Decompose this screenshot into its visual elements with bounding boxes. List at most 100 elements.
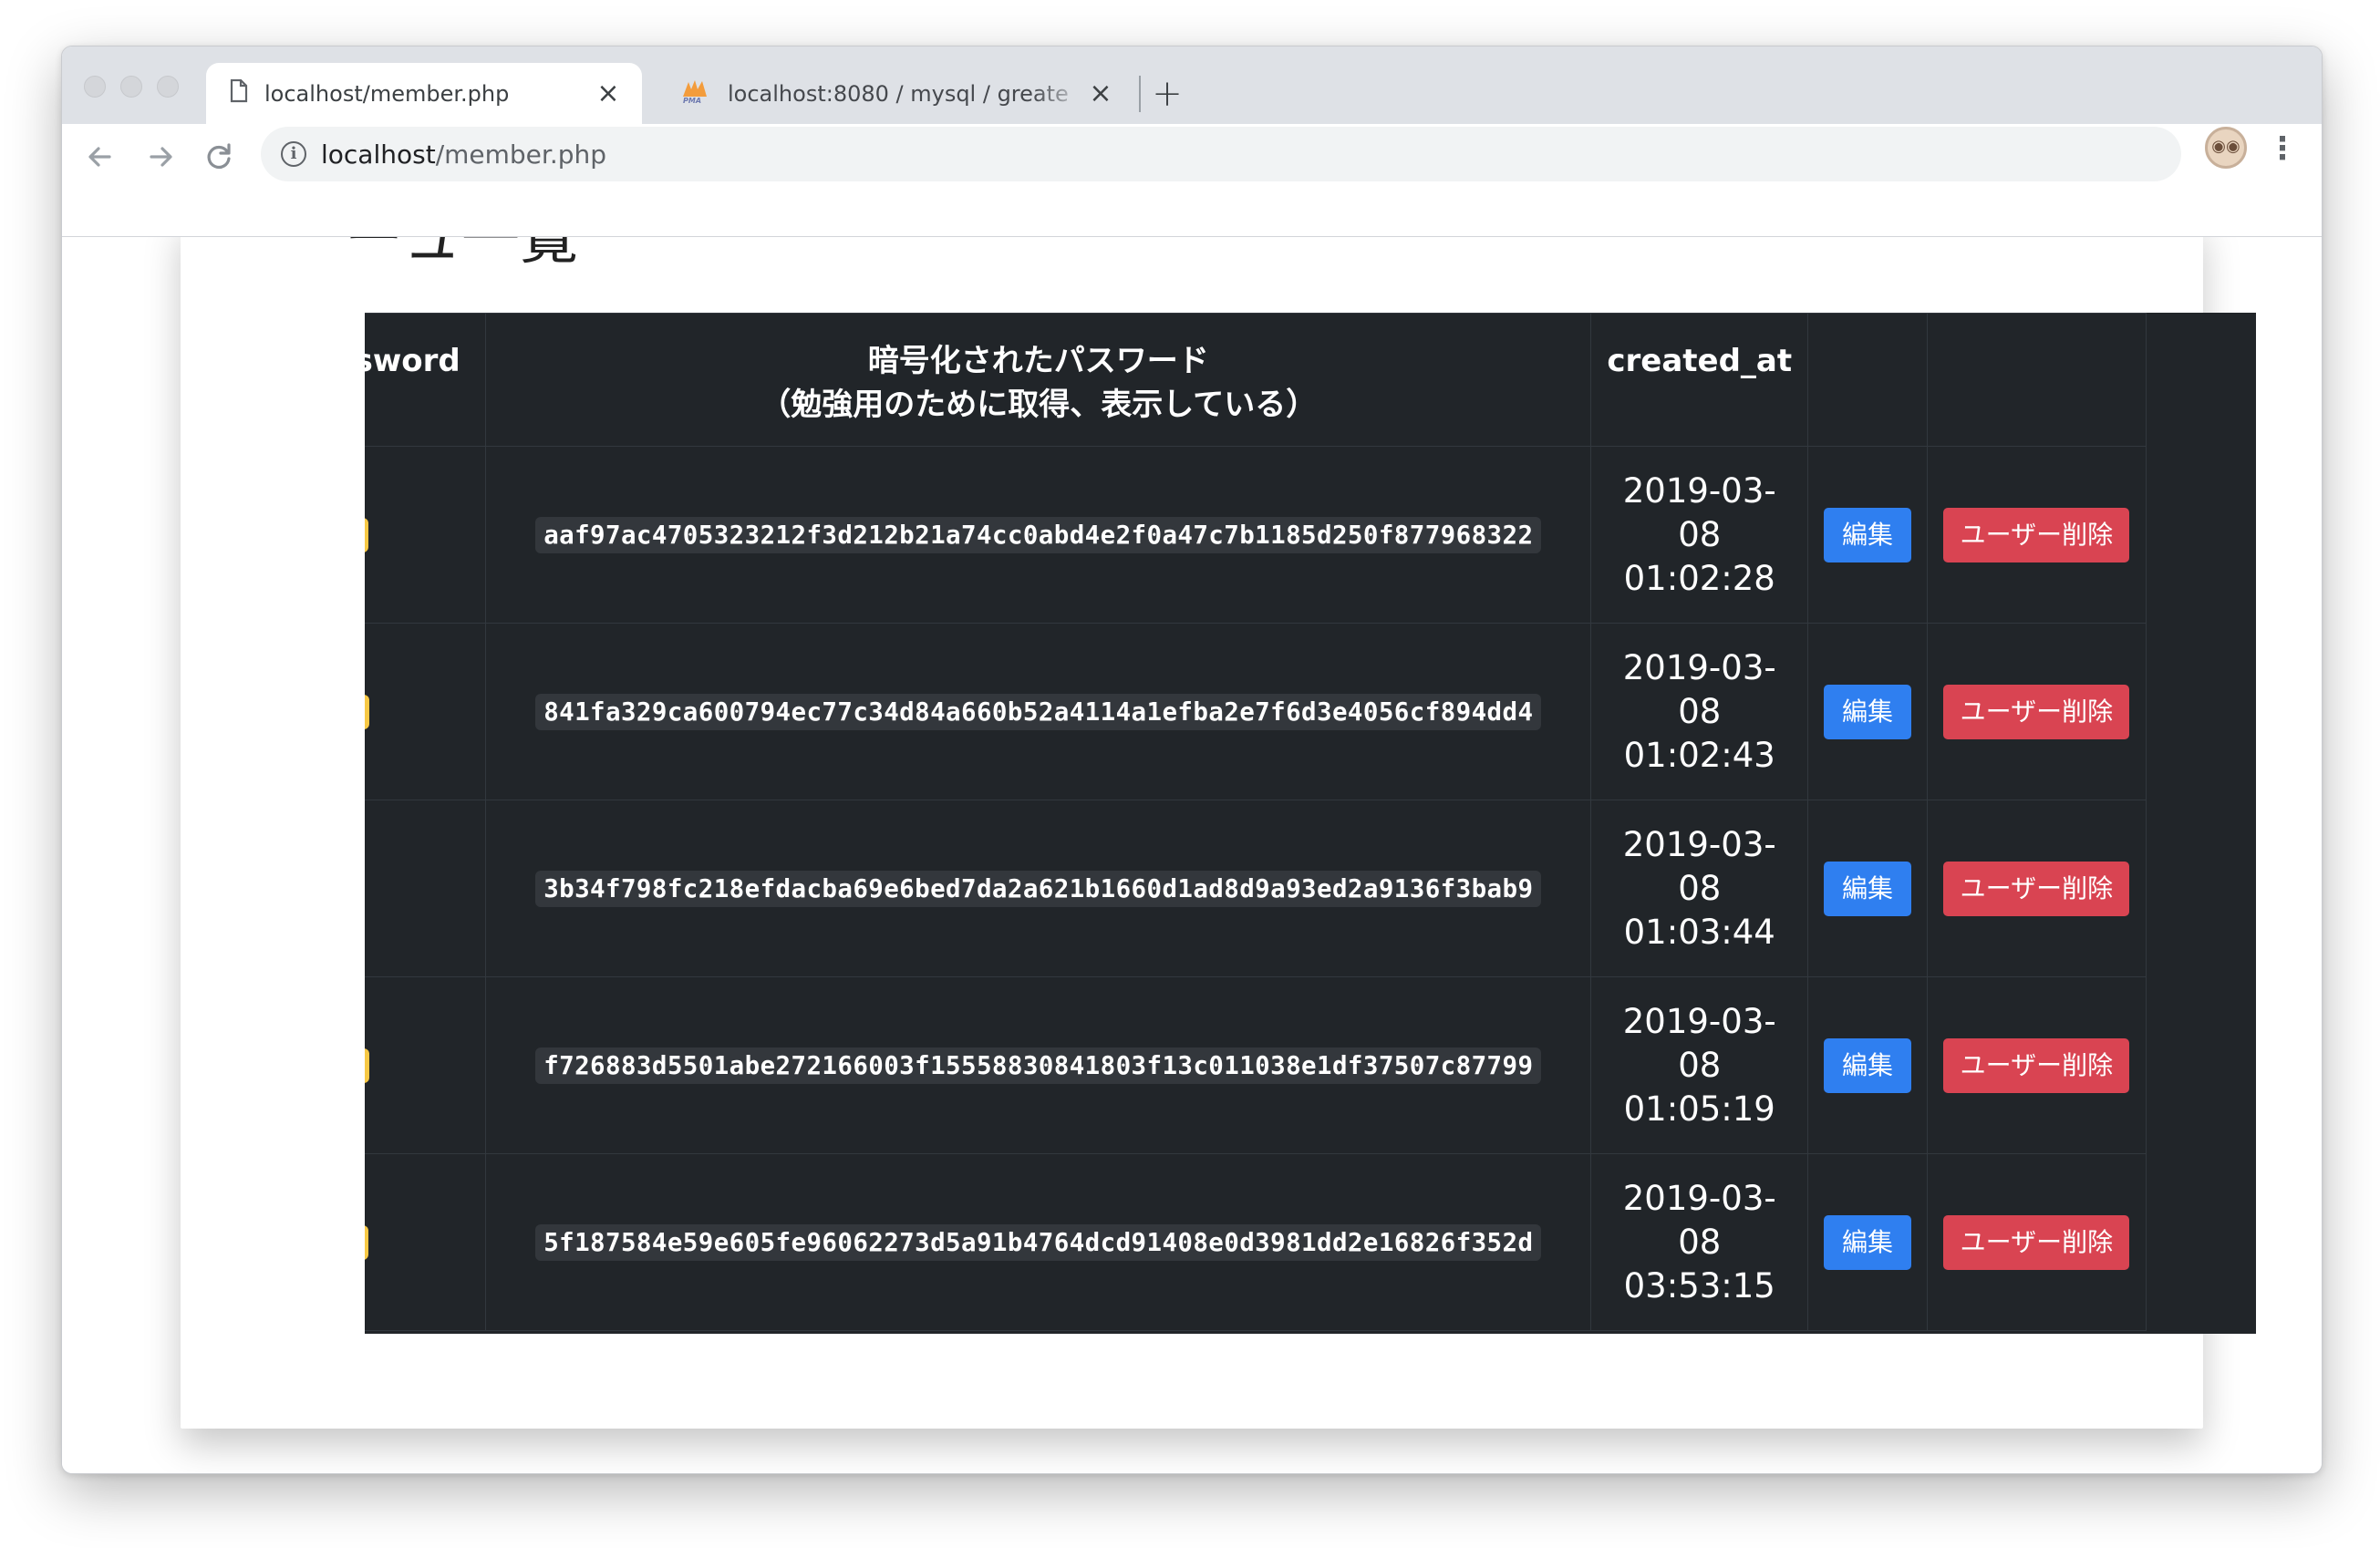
tab-divider bbox=[1139, 76, 1141, 112]
browser-window: localhost/member.php × PMA localhost:808… bbox=[61, 46, 2323, 1474]
edit-button[interactable]: 編集 bbox=[1823, 1214, 1911, 1270]
created-at-cell: 2019-03- 08 01:05:19 bbox=[1590, 976, 1809, 1154]
delete-cell: ユーザー削除 bbox=[1926, 1153, 2147, 1331]
address-bar[interactable]: i localhost/member.php ☆ bbox=[261, 127, 2181, 181]
back-arrow-icon[interactable] bbox=[80, 137, 120, 177]
created-time: 01:02:28 bbox=[1623, 558, 1775, 598]
created-day: 08 bbox=[1678, 868, 1722, 908]
table-row: bbb 841fa329ca600794ec77c34d84a660b52a41… bbox=[365, 623, 2147, 800]
password-cell: eee bbox=[365, 1153, 487, 1331]
created-day: 08 bbox=[1678, 514, 1722, 554]
url-path: /member.php bbox=[435, 139, 607, 170]
close-tab-icon[interactable]: × bbox=[1087, 77, 1114, 109]
tab-member[interactable]: localhost/member.php × bbox=[206, 63, 642, 124]
created-date: 2019-03- bbox=[1622, 1178, 1776, 1218]
created-time: 01:02:43 bbox=[1623, 735, 1775, 775]
created-date: 2019-03- bbox=[1622, 647, 1776, 687]
table-row: eee 5f187584e59e605fe96062273d5a91b4764d… bbox=[365, 1153, 2147, 1331]
hash-cell: aaf97ac4705323212f3d212b21a74cc0abd4e2f0… bbox=[485, 446, 1592, 624]
close-window-dot[interactable] bbox=[84, 76, 106, 98]
reload-icon[interactable] bbox=[199, 137, 239, 177]
password-hash: 5f187584e59e605fe96062273d5a91b4764dcd91… bbox=[535, 1223, 1542, 1261]
created-day: 08 bbox=[1678, 1045, 1722, 1085]
header-password: ssword bbox=[365, 313, 487, 447]
svg-text:PMA: PMA bbox=[683, 97, 701, 104]
zoom-window-dot[interactable] bbox=[157, 76, 179, 98]
edit-cell: 編集 bbox=[1807, 976, 1928, 1154]
edit-cell: 編集 bbox=[1807, 623, 1928, 800]
password-badge: eee bbox=[365, 1224, 368, 1260]
tab-title: localhost:8080 / mysql / greate bbox=[728, 80, 1069, 107]
edit-cell: 編集 bbox=[1807, 1153, 1928, 1331]
password-cell: bbb bbox=[365, 623, 487, 800]
delete-cell: ユーザー削除 bbox=[1926, 623, 2147, 800]
tab-phpmyadmin[interactable]: PMA localhost:8080 / mysql / greate × bbox=[660, 63, 1127, 124]
profile-avatar[interactable]: ◉◉ bbox=[2205, 127, 2247, 169]
phpmyadmin-icon: PMA bbox=[680, 78, 711, 109]
url-host: localhost bbox=[321, 139, 436, 170]
tab-title: localhost/member.php bbox=[264, 80, 510, 107]
hash-cell: 5f187584e59e605fe96062273d5a91b4764dcd91… bbox=[485, 1153, 1592, 1331]
created-day: 08 bbox=[1678, 1222, 1722, 1262]
address-url[interactable]: localhost/member.php bbox=[321, 139, 606, 170]
page-viewport: ーュ一覧 ssword 暗号化されたパスワード （勉強用のために取得、表示してい… bbox=[62, 237, 2322, 1473]
forward-arrow-icon[interactable] bbox=[140, 137, 181, 177]
header-edit bbox=[1807, 313, 1928, 447]
document-icon bbox=[230, 78, 248, 108]
created-time: 01:05:19 bbox=[1623, 1089, 1775, 1129]
edit-button[interactable]: 編集 bbox=[1823, 1037, 1911, 1093]
password-badge: aaa bbox=[365, 517, 368, 552]
edit-button[interactable]: 編集 bbox=[1823, 861, 1911, 916]
created-at-cell: 2019-03- 08 01:02:43 bbox=[1590, 623, 1809, 800]
password-hash: f726883d5501abe272166003f15558830841803f… bbox=[535, 1047, 1542, 1084]
table-row: ccc 3b34f798fc218efdacba69e6bed7da2a621b… bbox=[365, 800, 2147, 977]
created-time: 03:53:15 bbox=[1623, 1265, 1775, 1305]
header-delete bbox=[1926, 313, 2147, 447]
password-badge: bbb bbox=[365, 694, 370, 729]
delete-user-button[interactable]: ユーザー削除 bbox=[1943, 861, 2130, 916]
hash-cell: 841fa329ca600794ec77c34d84a660b52a4114a1… bbox=[485, 623, 1592, 800]
password-badge: ddd bbox=[365, 1047, 370, 1083]
tab-strip: localhost/member.php × PMA localhost:808… bbox=[62, 46, 2322, 124]
table-row: aaa aaf97ac4705323212f3d212b21a74cc0abd4… bbox=[365, 446, 2147, 624]
created-date: 2019-03- bbox=[1622, 824, 1776, 864]
hash-cell: f726883d5501abe272166003f15558830841803f… bbox=[485, 976, 1592, 1154]
created-at: 2019-03- 08 03:53:15 bbox=[1591, 1177, 1807, 1308]
created-date: 2019-03- bbox=[1622, 470, 1776, 511]
delete-cell: ユーザー削除 bbox=[1926, 446, 2147, 624]
close-tab-icon[interactable]: × bbox=[595, 77, 622, 109]
delete-user-button[interactable]: ユーザー削除 bbox=[1943, 1037, 2130, 1093]
page-title: ーュ一覧 bbox=[345, 237, 578, 273]
members-table: ssword 暗号化されたパスワード （勉強用のために取得、表示している） cr… bbox=[365, 313, 2147, 1331]
created-at-cell: 2019-03- 08 03:53:15 bbox=[1590, 1153, 1809, 1331]
members-table-container: ssword 暗号化されたパスワード （勉強用のために取得、表示している） cr… bbox=[365, 313, 2256, 1334]
menu-kebab-icon[interactable]: ⋮ bbox=[2267, 130, 2298, 167]
password-hash: aaf97ac4705323212f3d212b21a74cc0abd4e2f0… bbox=[535, 516, 1542, 553]
delete-user-button[interactable]: ユーザー削除 bbox=[1943, 1214, 2130, 1270]
minimize-window-dot[interactable] bbox=[120, 76, 142, 98]
created-at: 2019-03- 08 01:05:19 bbox=[1591, 1000, 1807, 1131]
password-hash: 841fa329ca600794ec77c34d84a660b52a4114a1… bbox=[535, 693, 1542, 730]
created-at: 2019-03- 08 01:02:43 bbox=[1591, 646, 1807, 778]
password-cell: aaa bbox=[365, 446, 487, 624]
header-hash-line1: 暗号化されたパスワード bbox=[867, 343, 1209, 379]
password-cell: ccc bbox=[365, 800, 487, 977]
edit-button[interactable]: 編集 bbox=[1823, 507, 1911, 562]
delete-user-button[interactable]: ユーザー削除 bbox=[1943, 507, 2130, 562]
created-day: 08 bbox=[1678, 691, 1722, 731]
edit-cell: 編集 bbox=[1807, 446, 1928, 624]
info-icon[interactable]: i bbox=[281, 141, 306, 167]
delete-user-button[interactable]: ユーザー削除 bbox=[1943, 684, 2130, 739]
new-tab-button[interactable]: + bbox=[1147, 74, 1187, 114]
content-card: ーュ一覧 ssword 暗号化されたパスワード （勉強用のために取得、表示してい… bbox=[181, 237, 2256, 1429]
header-hash: 暗号化されたパスワード （勉強用のために取得、表示している） bbox=[485, 313, 1592, 447]
header-created-at: created_at bbox=[1590, 313, 1809, 447]
created-date: 2019-03- bbox=[1622, 1001, 1776, 1041]
table-header-row: ssword 暗号化されたパスワード （勉強用のために取得、表示している） cr… bbox=[365, 313, 2147, 447]
header-hash-line2: （勉強用のために取得、表示している） bbox=[760, 387, 1318, 423]
edit-button[interactable]: 編集 bbox=[1823, 684, 1911, 739]
browser-toolbar: i localhost/member.php ☆ ◉◉ ⋮ bbox=[62, 124, 2322, 237]
created-time: 01:03:44 bbox=[1623, 912, 1775, 952]
table-row: ddd f726883d5501abe272166003f15558830841… bbox=[365, 976, 2147, 1154]
password-hash: 3b34f798fc218efdacba69e6bed7da2a621b1660… bbox=[535, 870, 1542, 907]
